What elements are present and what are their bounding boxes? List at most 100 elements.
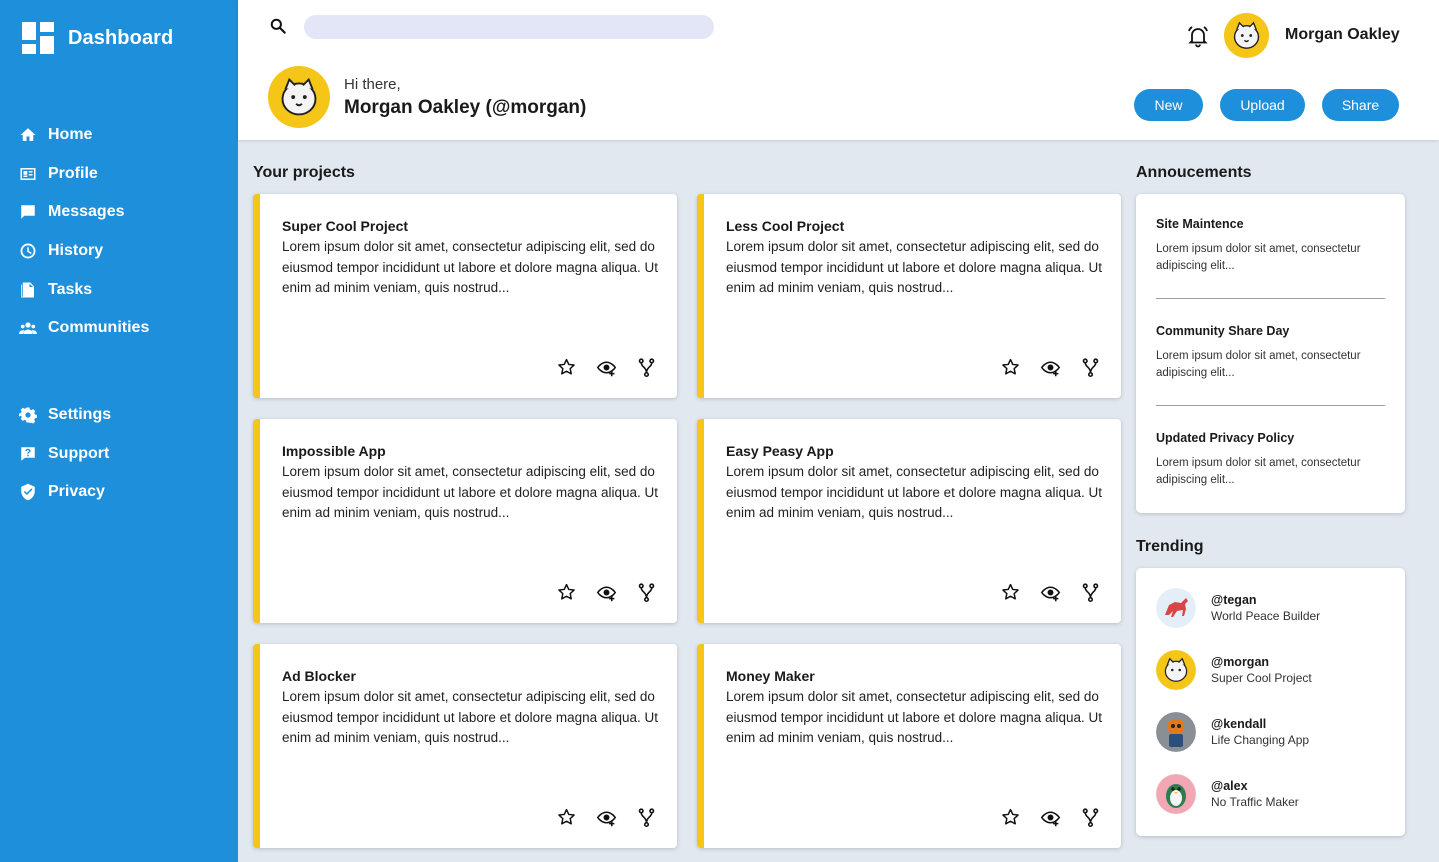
user-avatar[interactable]	[1224, 13, 1269, 58]
share-button[interactable]: Share	[1322, 89, 1399, 121]
robot-avatar	[1156, 712, 1196, 752]
gear-icon	[18, 405, 38, 425]
star-icon[interactable]	[556, 357, 577, 378]
card-actions	[1000, 357, 1101, 378]
announcements-panel: Site Maintence Lorem ipsum dolor sit ame…	[1136, 194, 1405, 513]
project-card[interactable]: Ad Blocker Lorem ipsum dolor sit amet, c…	[253, 644, 677, 848]
projects-heading: Your projects	[253, 164, 355, 181]
people-icon	[18, 318, 38, 338]
nav-item-messages[interactable]: Messages	[18, 193, 149, 232]
divider	[1156, 405, 1385, 406]
clock-icon	[18, 241, 38, 261]
nav-label: Privacy	[48, 483, 105, 501]
project-title: Ad Blocker	[282, 668, 356, 684]
upload-button[interactable]: Upload	[1220, 89, 1305, 121]
search-icon[interactable]	[268, 16, 288, 36]
fork-icon[interactable]	[1080, 807, 1101, 828]
app-title: Dashboard	[68, 26, 174, 49]
announcement-item[interactable]: Updated Privacy Policy Lorem ipsum dolor…	[1156, 431, 1385, 489]
user-handle: Morgan Oakley (@morgan)	[344, 97, 587, 118]
project-title: Easy Peasy App	[726, 443, 834, 459]
card-actions	[556, 807, 657, 828]
star-icon[interactable]	[556, 807, 577, 828]
fork-icon[interactable]	[1080, 582, 1101, 603]
trending-item[interactable]: @alex No Traffic Maker	[1156, 774, 1299, 814]
search-input[interactable]	[304, 15, 714, 39]
trending-item[interactable]: @tegan World Peace Builder	[1156, 588, 1320, 628]
header: Morgan Oakley Hi there, Morgan Oakley (@…	[238, 0, 1439, 140]
fork-icon[interactable]	[636, 807, 657, 828]
project-description: Lorem ipsum dolor sit amet, consectetur …	[726, 464, 1102, 520]
nav-label: Communities	[48, 319, 150, 337]
project-title: Impossible App	[282, 443, 386, 459]
nav-item-communities[interactable]: Communities	[18, 309, 149, 348]
nav-label: Support	[48, 444, 110, 462]
fork-icon[interactable]	[636, 357, 657, 378]
announcement-item[interactable]: Community Share Day Lorem ipsum dolor si…	[1156, 324, 1385, 382]
project-title: Super Cool Project	[282, 218, 409, 234]
new-button[interactable]: New	[1134, 89, 1203, 121]
watch-icon[interactable]	[1040, 582, 1061, 603]
cat-avatar	[1156, 650, 1196, 690]
divider	[1156, 298, 1385, 299]
project-description: Lorem ipsum dolor sit amet, consectetur …	[282, 239, 658, 295]
fork-icon[interactable]	[636, 582, 657, 603]
card-actions	[1000, 807, 1101, 828]
announcement-item[interactable]: Site Maintence Lorem ipsum dolor sit ame…	[1156, 217, 1385, 275]
dog-avatar	[1156, 588, 1196, 628]
star-icon[interactable]	[1000, 807, 1021, 828]
nav-item-support[interactable]: Support	[18, 435, 111, 474]
watch-icon[interactable]	[596, 807, 617, 828]
project-card[interactable]: Super Cool Project Lorem ipsum dolor sit…	[253, 194, 677, 398]
greeting-text: Hi there,	[344, 76, 401, 93]
nav-item-profile[interactable]: Profile	[18, 155, 149, 194]
fork-icon[interactable]	[1080, 357, 1101, 378]
nav-label: Profile	[48, 164, 98, 182]
brand[interactable]: Dashboard	[22, 22, 173, 54]
watch-icon[interactable]	[1040, 357, 1061, 378]
trending-panel: @tegan World Peace Builder @morgan Super…	[1136, 568, 1405, 836]
star-icon[interactable]	[1000, 582, 1021, 603]
trending-item[interactable]: @morgan Super Cool Project	[1156, 650, 1312, 690]
announcement-body: Lorem ipsum dolor sit amet, consectetur …	[1156, 457, 1361, 486]
announcement-body: Lorem ipsum dolor sit amet, consectetur …	[1156, 243, 1361, 272]
help-icon	[18, 444, 38, 464]
trending-item[interactable]: @kendall Life Changing App	[1156, 712, 1309, 752]
trending-heading: Trending	[1136, 538, 1204, 555]
nav-label: History	[48, 242, 104, 260]
bell-icon[interactable]	[1186, 24, 1210, 48]
nav-item-settings[interactable]: Settings	[18, 396, 111, 435]
announcement-title: Updated Privacy Policy	[1156, 431, 1295, 445]
trending-project: No Traffic Maker	[1211, 795, 1299, 809]
watch-icon[interactable]	[596, 582, 617, 603]
nav-item-privacy[interactable]: Privacy	[18, 473, 111, 512]
trending-handle: @tegan	[1211, 593, 1257, 607]
project-card[interactable]: Impossible App Lorem ipsum dolor sit ame…	[253, 419, 677, 623]
project-description: Lorem ipsum dolor sit amet, consectetur …	[726, 239, 1102, 295]
penguin-avatar	[1156, 774, 1196, 814]
star-icon[interactable]	[556, 582, 577, 603]
nav-item-history[interactable]: History	[18, 232, 149, 271]
project-description: Lorem ipsum dolor sit amet, consectetur …	[726, 689, 1102, 745]
watch-icon[interactable]	[596, 357, 617, 378]
trending-handle: @morgan	[1211, 655, 1270, 669]
trending-project: World Peace Builder	[1211, 609, 1321, 623]
project-card[interactable]: Money Maker Lorem ipsum dolor sit amet, …	[697, 644, 1121, 848]
secondary-nav: Settings Support Privacy	[18, 396, 111, 512]
dashboard-logo-icon	[22, 22, 54, 54]
project-title: Less Cool Project	[726, 218, 845, 234]
card-actions	[556, 357, 657, 378]
project-title: Money Maker	[726, 668, 815, 684]
project-card[interactable]: Easy Peasy App Lorem ipsum dolor sit ame…	[697, 419, 1121, 623]
star-icon[interactable]	[1000, 357, 1021, 378]
sidebar: Dashboard Home Profile Messages History	[0, 0, 238, 862]
project-description: Lorem ipsum dolor sit amet, consectetur …	[282, 464, 658, 520]
nav-label: Tasks	[48, 280, 93, 298]
user-name[interactable]: Morgan Oakley	[1285, 26, 1400, 44]
nav-item-home[interactable]: Home	[18, 116, 149, 155]
nav-item-tasks[interactable]: Tasks	[18, 270, 149, 309]
announcement-body: Lorem ipsum dolor sit amet, consectetur …	[1156, 350, 1361, 379]
project-card[interactable]: Less Cool Project Lorem ipsum dolor sit …	[697, 194, 1121, 398]
profile-avatar	[268, 66, 330, 128]
watch-icon[interactable]	[1040, 807, 1061, 828]
